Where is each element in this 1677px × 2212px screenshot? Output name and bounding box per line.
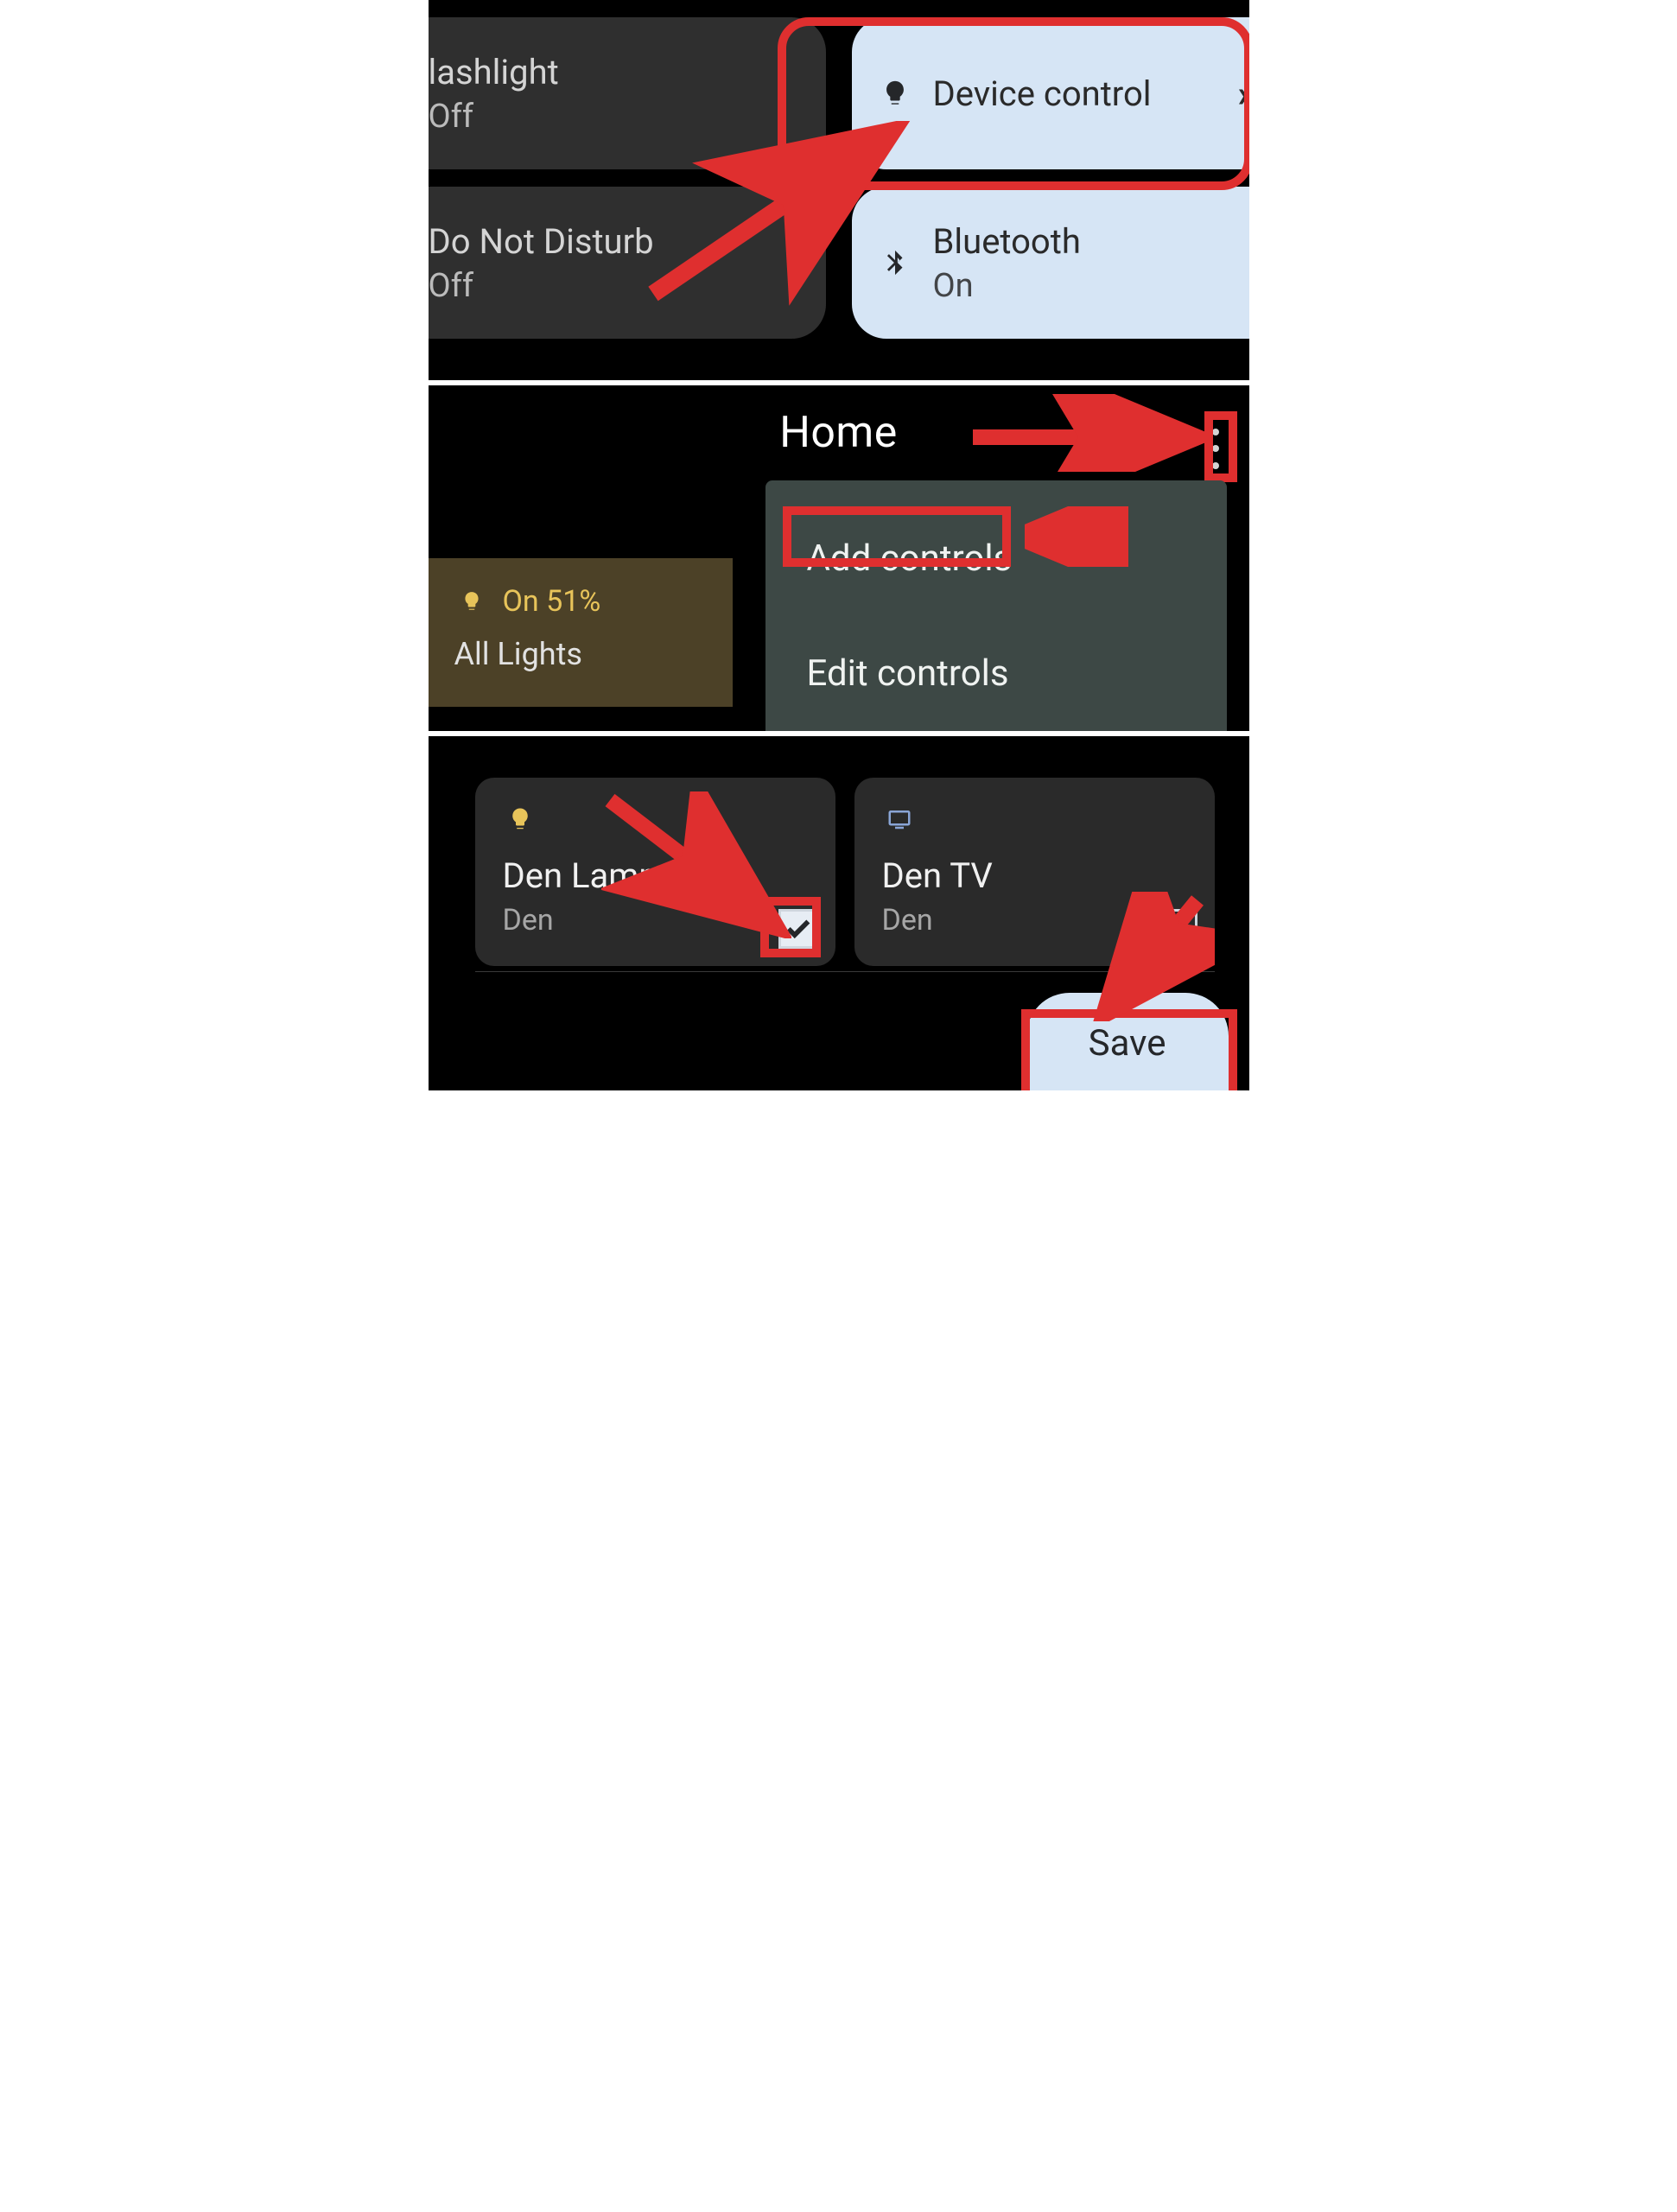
bluetooth-title: Bluetooth [933,221,1081,262]
flashlight-status: Off [429,98,559,136]
device-checkbox-unchecked[interactable] [1158,909,1197,949]
all-lights-label: All Lights [454,636,714,672]
bluetooth-status: On [933,267,1081,305]
chevron-right-icon: › [1237,71,1248,116]
dnd-title: Do Not Disturb [429,221,654,262]
flashlight-title: lashlight [429,52,559,92]
device-name: Den TV [882,855,1194,896]
device-controls-tile[interactable]: Device control › [852,17,1249,169]
bluetooth-tile[interactable]: Bluetooth On [852,187,1249,339]
overflow-menu: Add controls Edit controls [765,480,1227,731]
device-controls-label: Device control [933,73,1152,114]
flashlight-tile[interactable]: lashlight Off [429,17,826,169]
save-button[interactable]: Save [1026,993,1229,1090]
device-card-den-tv[interactable]: Den TV Den [854,778,1215,966]
menu-edit-controls[interactable]: Edit controls [800,633,1016,714]
lightbulb-icon [878,76,912,111]
quick-settings-panel: lashlight Off Device control › Do Not Di… [429,0,1249,380]
dnd-status: Off [429,267,654,305]
lightbulb-icon [454,584,489,619]
dnd-tile[interactable]: Do Not Disturb Off [429,187,826,339]
device-room: Den [503,903,815,938]
all-lights-status: On 51% [503,584,601,619]
lightbulb-icon [503,802,537,836]
overflow-menu-button[interactable] [1203,418,1229,479]
device-controls-home-panel: Home On 51% All Lights Add controls Edit… [429,385,1249,731]
device-name: Den Lamp [503,855,815,896]
all-lights-tile[interactable]: On 51% All Lights [429,558,733,707]
divider [475,971,1215,972]
tv-icon [882,802,917,836]
device-card-den-lamp[interactable]: Den Lamp Den [475,778,835,966]
device-checkbox-checked[interactable] [778,909,818,949]
menu-add-controls[interactable]: Add controls [800,518,1020,599]
add-controls-panel: Den Lamp Den Den TV Den [429,736,1249,1090]
bluetooth-icon [878,245,912,280]
device-room: Den [882,903,1194,938]
home-title: Home [429,385,1249,458]
